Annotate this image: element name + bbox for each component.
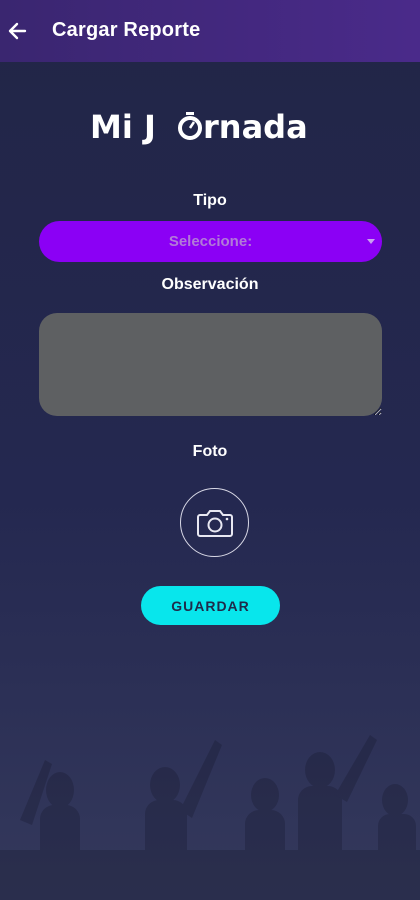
page-title: Cargar Reporte (52, 19, 201, 41)
tipo-select-value: Seleccione: (168, 233, 253, 250)
observacion-field[interactable] (39, 313, 382, 416)
app-bar: Cargar Reporte (0, 0, 420, 62)
background-crowd-image (0, 735, 420, 900)
tipo-select[interactable]: Seleccione: (39, 221, 382, 262)
foto-label: Foto (192, 443, 228, 460)
observacion-label: Observación (161, 276, 259, 293)
tipo-label: Tipo (193, 192, 227, 209)
camera-icon (196, 509, 233, 537)
logo-image: Mi J rnada (90, 108, 308, 146)
chevron-down-icon (367, 239, 375, 244)
svg-text:rnada: rnada (203, 108, 308, 146)
arrow-left-icon (8, 22, 27, 40)
camera-button[interactable] (180, 488, 249, 557)
back-button[interactable] (0, 14, 34, 48)
svg-text:Mi J: Mi J (90, 108, 156, 146)
app-logo: Mi J rnada (0, 106, 420, 146)
save-button[interactable]: GUARDAR (141, 586, 280, 625)
